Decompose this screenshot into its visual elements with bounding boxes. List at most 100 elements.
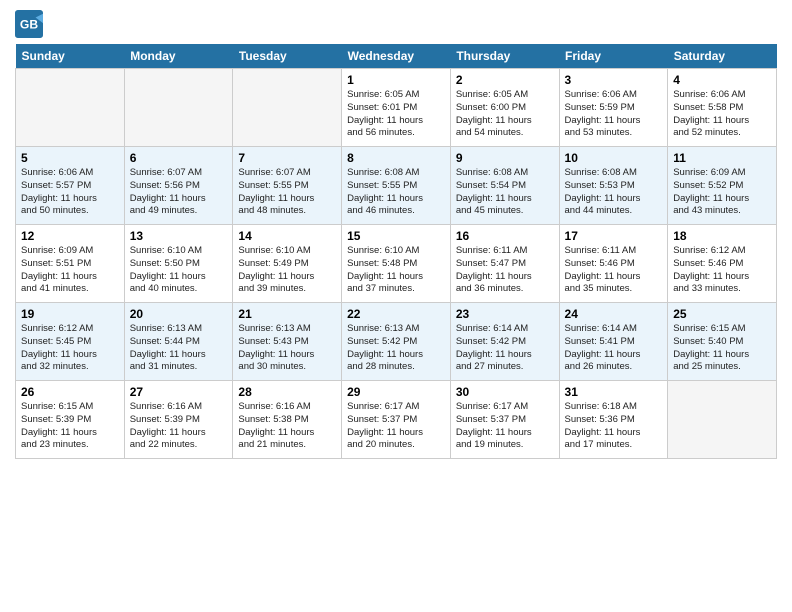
day-number: 24 [565, 307, 663, 321]
day-number: 1 [347, 73, 445, 87]
day-number: 22 [347, 307, 445, 321]
day-number: 31 [565, 385, 663, 399]
day-info: Sunrise: 6:06 AMSunset: 5:57 PMDaylight:… [21, 167, 119, 218]
day-info: Sunrise: 6:11 AMSunset: 5:47 PMDaylight:… [456, 245, 554, 296]
day-cell-8: 8 Sunrise: 6:08 AMSunset: 5:55 PMDaylight… [342, 147, 451, 225]
day-cell-7: 7 Sunrise: 6:07 AMSunset: 5:55 PMDaylight… [233, 147, 342, 225]
day-cell-27: 27 Sunrise: 6:16 AMSunset: 5:39 PMDayligh… [124, 381, 233, 459]
day-info: Sunrise: 6:06 AMSunset: 5:58 PMDaylight:… [673, 89, 771, 140]
day-number: 10 [565, 151, 663, 165]
day-number: 7 [238, 151, 336, 165]
weekday-header-tuesday: Tuesday [233, 44, 342, 69]
day-info: Sunrise: 6:17 AMSunset: 5:37 PMDaylight:… [456, 401, 554, 452]
day-info: Sunrise: 6:13 AMSunset: 5:42 PMDaylight:… [347, 323, 445, 374]
day-number: 12 [21, 229, 119, 243]
day-number: 26 [21, 385, 119, 399]
day-info: Sunrise: 6:12 AMSunset: 5:45 PMDaylight:… [21, 323, 119, 374]
day-info: Sunrise: 6:13 AMSunset: 5:44 PMDaylight:… [130, 323, 228, 374]
day-info: Sunrise: 6:16 AMSunset: 5:38 PMDaylight:… [238, 401, 336, 452]
day-cell-19: 19 Sunrise: 6:12 AMSunset: 5:45 PMDayligh… [16, 303, 125, 381]
day-cell-12: 12 Sunrise: 6:09 AMSunset: 5:51 PMDayligh… [16, 225, 125, 303]
day-cell-3: 3 Sunrise: 6:06 AMSunset: 5:59 PMDaylight… [559, 69, 668, 147]
weekday-header-saturday: Saturday [668, 44, 777, 69]
day-number: 23 [456, 307, 554, 321]
day-number: 25 [673, 307, 771, 321]
svg-text:GB: GB [20, 18, 38, 32]
empty-cell [16, 69, 125, 147]
day-info: Sunrise: 6:16 AMSunset: 5:39 PMDaylight:… [130, 401, 228, 452]
day-info: Sunrise: 6:14 AMSunset: 5:41 PMDaylight:… [565, 323, 663, 374]
day-cell-11: 11 Sunrise: 6:09 AMSunset: 5:52 PMDayligh… [668, 147, 777, 225]
day-cell-15: 15Sunrise: 6:10 AMSunset: 5:48 PMDayligh… [342, 225, 451, 303]
day-cell-5: 5 Sunrise: 6:06 AMSunset: 5:57 PMDaylight… [16, 147, 125, 225]
day-number: 4 [673, 73, 771, 87]
day-number: 14 [238, 229, 336, 243]
day-info: Sunrise: 6:14 AMSunset: 5:42 PMDaylight:… [456, 323, 554, 374]
day-info: Sunrise: 6:15 AMSunset: 5:40 PMDaylight:… [673, 323, 771, 374]
day-number: 19 [21, 307, 119, 321]
weekday-header-sunday: Sunday [16, 44, 125, 69]
day-cell-16: 16 Sunrise: 6:11 AMSunset: 5:47 PMDayligh… [450, 225, 559, 303]
day-cell-28: 28Sunrise: 6:16 AMSunset: 5:38 PMDayligh… [233, 381, 342, 459]
day-cell-31: 31 Sunrise: 6:18 AMSunset: 5:36 PMDayligh… [559, 381, 668, 459]
calendar-container: GB SundayMondayTuesdayWednesdayThursdayF… [0, 0, 792, 612]
empty-cell [233, 69, 342, 147]
day-info: Sunrise: 6:05 AMSunset: 6:01 PMDaylight:… [347, 89, 445, 140]
day-cell-6: 6Sunrise: 6:07 AMSunset: 5:56 PMDaylight… [124, 147, 233, 225]
day-number: 17 [565, 229, 663, 243]
day-info: Sunrise: 6:10 AMSunset: 5:50 PMDaylight:… [130, 245, 228, 296]
day-number: 3 [565, 73, 663, 87]
day-number: 8 [347, 151, 445, 165]
day-number: 11 [673, 151, 771, 165]
week-row-2: 5 Sunrise: 6:06 AMSunset: 5:57 PMDaylight… [16, 147, 777, 225]
empty-cell [668, 381, 777, 459]
day-cell-29: 29Sunrise: 6:17 AMSunset: 5:37 PMDayligh… [342, 381, 451, 459]
day-info: Sunrise: 6:09 AMSunset: 5:51 PMDaylight:… [21, 245, 119, 296]
day-cell-2: 2Sunrise: 6:05 AMSunset: 6:00 PMDaylight… [450, 69, 559, 147]
logo-icon: GB [15, 10, 43, 38]
day-info: Sunrise: 6:15 AMSunset: 5:39 PMDaylight:… [21, 401, 119, 452]
day-number: 20 [130, 307, 228, 321]
day-cell-20: 20 Sunrise: 6:13 AMSunset: 5:44 PMDayligh… [124, 303, 233, 381]
day-cell-13: 13 Sunrise: 6:10 AMSunset: 5:50 PMDayligh… [124, 225, 233, 303]
day-info: Sunrise: 6:08 AMSunset: 5:55 PMDaylight:… [347, 167, 445, 218]
weekday-header-row: SundayMondayTuesdayWednesdayThursdayFrid… [16, 44, 777, 69]
day-number: 27 [130, 385, 228, 399]
week-row-5: 26 Sunrise: 6:15 AMSunset: 5:39 PMDayligh… [16, 381, 777, 459]
day-info: Sunrise: 6:10 AMSunset: 5:49 PMDaylight:… [238, 245, 336, 296]
day-cell-18: 18 Sunrise: 6:12 AMSunset: 5:46 PMDayligh… [668, 225, 777, 303]
day-info: Sunrise: 6:10 AMSunset: 5:48 PMDaylight:… [347, 245, 445, 296]
day-number: 5 [21, 151, 119, 165]
weekday-header-wednesday: Wednesday [342, 44, 451, 69]
day-number: 16 [456, 229, 554, 243]
day-info: Sunrise: 6:07 AMSunset: 5:55 PMDaylight:… [238, 167, 336, 218]
week-row-4: 19 Sunrise: 6:12 AMSunset: 5:45 PMDayligh… [16, 303, 777, 381]
day-info: Sunrise: 6:05 AMSunset: 6:00 PMDaylight:… [456, 89, 554, 140]
day-cell-17: 17 Sunrise: 6:11 AMSunset: 5:46 PMDayligh… [559, 225, 668, 303]
day-cell-4: 4 Sunrise: 6:06 AMSunset: 5:58 PMDaylight… [668, 69, 777, 147]
day-info: Sunrise: 6:11 AMSunset: 5:46 PMDaylight:… [565, 245, 663, 296]
day-cell-26: 26 Sunrise: 6:15 AMSunset: 5:39 PMDayligh… [16, 381, 125, 459]
day-info: Sunrise: 6:17 AMSunset: 5:37 PMDaylight:… [347, 401, 445, 452]
weekday-header-thursday: Thursday [450, 44, 559, 69]
day-cell-22: 22 Sunrise: 6:13 AMSunset: 5:42 PMDayligh… [342, 303, 451, 381]
week-row-1: 1 Sunrise: 6:05 AMSunset: 6:01 PMDaylight… [16, 69, 777, 147]
day-info: Sunrise: 6:12 AMSunset: 5:46 PMDaylight:… [673, 245, 771, 296]
day-cell-25: 25 Sunrise: 6:15 AMSunset: 5:40 PMDayligh… [668, 303, 777, 381]
day-info: Sunrise: 6:06 AMSunset: 5:59 PMDaylight:… [565, 89, 663, 140]
day-info: Sunrise: 6:18 AMSunset: 5:36 PMDaylight:… [565, 401, 663, 452]
day-info: Sunrise: 6:08 AMSunset: 5:53 PMDaylight:… [565, 167, 663, 218]
day-info: Sunrise: 6:07 AMSunset: 5:56 PMDaylight:… [130, 167, 228, 218]
day-cell-24: 24 Sunrise: 6:14 AMSunset: 5:41 PMDayligh… [559, 303, 668, 381]
logo: GB [15, 10, 46, 38]
day-number: 21 [238, 307, 336, 321]
weekday-header-monday: Monday [124, 44, 233, 69]
day-number: 18 [673, 229, 771, 243]
day-cell-10: 10 Sunrise: 6:08 AMSunset: 5:53 PMDayligh… [559, 147, 668, 225]
empty-cell [124, 69, 233, 147]
day-number: 9 [456, 151, 554, 165]
week-row-3: 12 Sunrise: 6:09 AMSunset: 5:51 PMDayligh… [16, 225, 777, 303]
day-number: 13 [130, 229, 228, 243]
day-cell-23: 23 Sunrise: 6:14 AMSunset: 5:42 PMDayligh… [450, 303, 559, 381]
day-info: Sunrise: 6:09 AMSunset: 5:52 PMDaylight:… [673, 167, 771, 218]
